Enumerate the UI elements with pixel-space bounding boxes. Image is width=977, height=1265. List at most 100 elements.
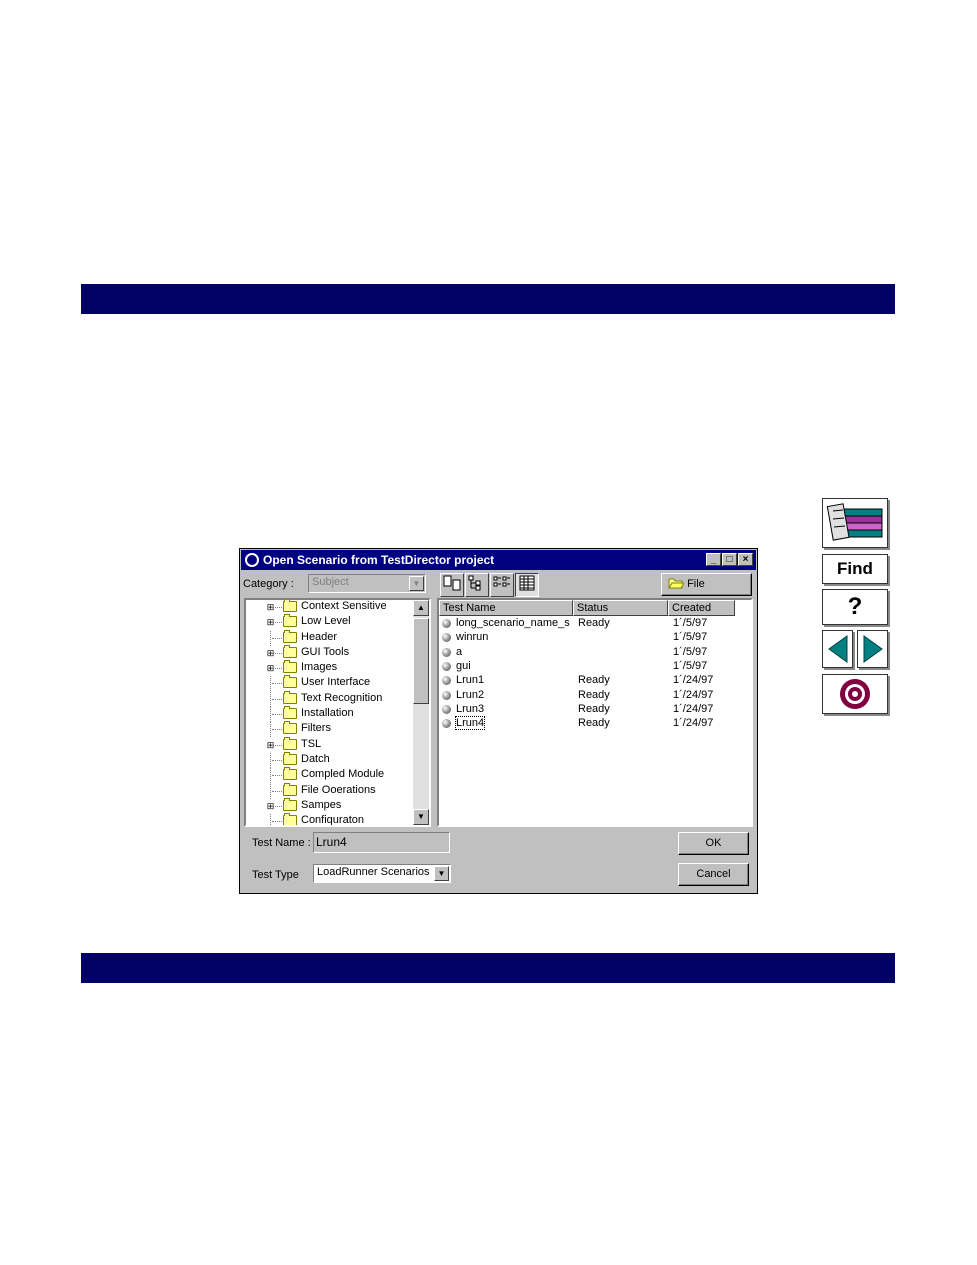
test-name-cell: Lrun2 — [456, 688, 485, 701]
cancel-button[interactable]: Cancel — [678, 863, 749, 886]
help-button[interactable]: ? — [822, 589, 888, 625]
chevron-down-icon: ▼ — [409, 576, 424, 591]
tree-item[interactable]: Header — [246, 629, 413, 646]
column-created[interactable]: Created — [668, 600, 735, 616]
tree-item-label: Text Recognition — [301, 691, 383, 704]
scroll-thumb[interactable] — [413, 618, 429, 704]
tree-item[interactable]: User Interface — [246, 675, 413, 692]
tree-item[interactable]: File Ooerations — [246, 782, 413, 799]
test-row[interactable]: Lrun2 Ready 1´/24/97 — [439, 689, 751, 703]
status-cell: Ready — [578, 674, 610, 687]
large-icons-view-button[interactable] — [440, 573, 464, 597]
chevron-down-icon: ▼ — [434, 866, 449, 881]
created-cell: 1´/5/97 — [673, 617, 708, 629]
test-scenario-icon — [442, 704, 451, 714]
details-view-button[interactable] — [515, 573, 539, 597]
open-folder-icon — [668, 578, 685, 589]
file-system-button[interactable]: File System... — [661, 573, 752, 611]
next-arrow-icon — [863, 635, 883, 663]
find-button[interactable]: Find — [822, 554, 888, 584]
tree-item[interactable]: Datch — [246, 751, 413, 768]
folder-icon — [283, 614, 297, 628]
tree-item[interactable]: Text Recognition — [246, 690, 413, 707]
tree-item-label: Sampes — [301, 798, 342, 811]
tree-item-label: Compled Module — [301, 768, 385, 781]
test-scenario-icon — [442, 690, 451, 700]
tree-item-label: TSL — [301, 737, 322, 750]
folder-icon — [283, 644, 297, 658]
test-row[interactable]: a 1´/5/97 — [439, 646, 751, 660]
tree-item[interactable]: Installation — [246, 706, 413, 723]
tree-item[interactable]: ⊞ TSL — [246, 736, 413, 753]
test-scenario-icon — [442, 661, 451, 671]
list-view-button[interactable] — [490, 573, 514, 597]
tree-line-icon — [270, 722, 271, 738]
header-bar — [81, 284, 895, 314]
status-cell: Ready — [578, 717, 610, 730]
test-scenario-icon — [442, 619, 451, 628]
folder-icon — [283, 767, 297, 781]
close-button[interactable]: × — [738, 553, 753, 566]
home-target-icon — [840, 679, 870, 709]
test-row[interactable]: gui 1´/5/97 — [439, 660, 751, 674]
test-row[interactable]: Lrun1 Ready 1´/24/97 — [439, 674, 751, 688]
folder-icon — [283, 706, 297, 720]
tree-item[interactable]: ⊞ Context Sensitive — [246, 600, 413, 615]
test-row[interactable]: long_scenario_name_s Ready 1´/5/97 — [439, 617, 751, 631]
tree-item[interactable]: ⊞ Low Level — [246, 614, 413, 630]
tree-view-button[interactable] — [465, 573, 489, 597]
tree-item[interactable]: Compled Module — [246, 767, 413, 784]
ok-button[interactable]: OK — [678, 832, 749, 855]
home-button[interactable] — [822, 674, 888, 714]
tree-line-icon — [270, 752, 271, 768]
next-page-button[interactable] — [857, 630, 888, 668]
folder-icon — [283, 721, 297, 735]
test-row[interactable]: winrun 1´/5/97 — [439, 631, 751, 645]
folder-icon — [283, 660, 297, 674]
scroll-up-icon[interactable]: ▲ — [413, 600, 429, 616]
tree-item[interactable]: Filters — [246, 721, 413, 738]
created-cell: 1´/24/97 — [673, 702, 714, 715]
previous-page-button[interactable] — [822, 630, 853, 668]
minimize-button[interactable]: _ — [706, 553, 721, 566]
test-row[interactable]: Lrun3 Ready 1´/24/97 — [439, 703, 751, 717]
test-type-select[interactable]: LoadRunner Scenarios ▼ — [313, 864, 451, 883]
tree-item-label: Datch — [301, 752, 330, 765]
test-scenario-icon — [442, 676, 451, 686]
test-list[interactable]: Test Name Status Created long_scenario_n… — [437, 598, 753, 827]
tree-item[interactable]: ⊞ Sampes — [246, 797, 413, 814]
scroll-down-icon[interactable]: ▼ — [413, 809, 429, 825]
test-name-cell: long_scenario_name_s — [456, 617, 570, 629]
category-select[interactable]: Subject ▼ — [308, 574, 426, 593]
maximize-button[interactable]: □ — [722, 553, 737, 566]
tree-item[interactable]: ⊞ Images — [246, 660, 413, 676]
footer-bar — [81, 953, 895, 983]
dialog-titlebar[interactable]: Open Scenario from TestDirector project … — [241, 550, 756, 570]
tree-item-label: File Ooerations — [301, 783, 376, 796]
folder-icon — [283, 600, 297, 612]
tree-scrollbar[interactable]: ▲ ▼ — [413, 600, 429, 825]
status-cell: Ready — [578, 702, 610, 715]
tree-item[interactable]: ⊞ GUI Tools — [246, 644, 413, 661]
tree-item-label: Filters — [301, 722, 331, 735]
test-name-field[interactable]: Lrun4 — [313, 832, 450, 853]
tree-item-label: Confiquraton — [301, 814, 364, 827]
page-arrows — [822, 629, 888, 669]
created-cell: 1´/5/97 — [673, 631, 708, 644]
test-name-cell: winrun — [456, 631, 489, 644]
tree-item-label: Header — [301, 630, 338, 643]
open-scenario-dialog: Open Scenario from TestDirector project … — [239, 548, 758, 894]
tree-item[interactable]: Confiquraton — [246, 813, 413, 827]
column-status[interactable]: Status — [573, 600, 668, 616]
column-test-name[interactable]: Test Name — [439, 600, 573, 616]
tree-item-label: User Interface — [301, 676, 371, 689]
created-cell: 1´/24/97 — [673, 674, 714, 687]
tree-line-icon — [270, 707, 271, 723]
test-row[interactable]: Lrun4 Ready 1´/24/97 — [439, 716, 751, 731]
books-button[interactable] — [822, 498, 888, 548]
list-view-icon — [493, 576, 510, 587]
test-name-cell: gui — [456, 659, 471, 672]
created-cell: 1´/5/97 — [673, 659, 708, 672]
subject-tree[interactable]: ⊞ Context Sensitive ⊞ Low Level Header ⊞ GUI T… — [244, 598, 431, 827]
folder-icon — [283, 690, 297, 704]
